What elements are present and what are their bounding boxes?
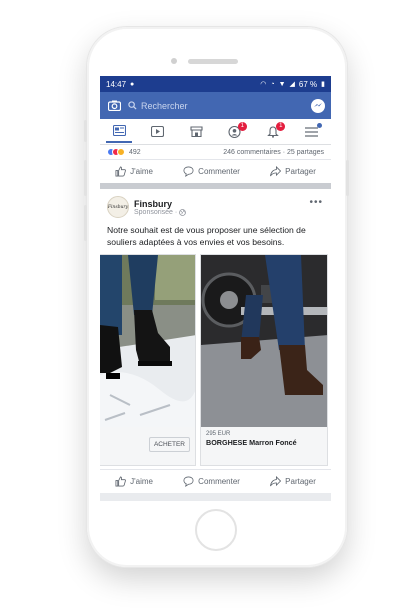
shop-now-button[interactable]: ACHETER	[148, 437, 190, 452]
share-button[interactable]: Partager	[270, 166, 316, 177]
friends-badge: 1	[237, 121, 247, 131]
product-carousel[interactable]: ACHETER 295 EUR BORGHESE Marron Foncé	[100, 254, 331, 466]
carousel-card-footer: ACHETER	[100, 427, 195, 465]
like-label: J'aime	[130, 477, 153, 486]
product-name: BORGHESE Marron Foncé	[206, 438, 297, 447]
messenger-icon[interactable]	[311, 98, 325, 113]
thumbs-up-icon	[115, 166, 126, 177]
phone-volume-up	[84, 160, 87, 196]
comment-icon	[183, 476, 194, 487]
phone-side-button	[84, 120, 87, 142]
share-label: Partager	[285, 477, 316, 486]
reactions-summary: 492 246 commentaires · 25 partages	[100, 145, 331, 159]
status-time: 14:47	[106, 79, 127, 89]
news-feed-icon	[112, 125, 126, 136]
earpiece-speaker	[188, 59, 238, 64]
share-icon	[270, 166, 282, 177]
product-image-boots-snow[interactable]	[100, 255, 195, 427]
haha-reaction-icon	[117, 148, 125, 156]
marketplace-icon	[190, 126, 203, 137]
carousel-card[interactable]: 295 EUR BORGHESE Marron Foncé	[200, 254, 328, 466]
status-bar: 14:47 ● ◠ ◔ ▼ ◢ 67 % ▮	[100, 76, 331, 92]
tab-watch[interactable]	[145, 121, 171, 143]
home-button[interactable]	[195, 509, 237, 551]
battery-icon: ▮	[321, 81, 325, 88]
carousel-card[interactable]: ACHETER	[100, 254, 196, 466]
tab-news-feed[interactable]	[106, 121, 133, 143]
search-input[interactable]: Rechercher	[128, 101, 305, 111]
tab-notifications[interactable]: 1	[260, 121, 286, 143]
avatar-logo-text: Finsbury	[107, 204, 129, 210]
search-icon	[128, 101, 137, 110]
phone-volume-down	[84, 205, 87, 241]
headphones-icon: ◠	[260, 81, 267, 88]
notifications-badge: 1	[276, 121, 286, 131]
reaction-icons[interactable]	[107, 148, 125, 156]
wifi-icon: ▼	[278, 80, 286, 88]
sponsored-post: Finsbury Finsbury Sponsorisée · ••• Notr…	[100, 189, 331, 493]
share-button[interactable]: Partager	[270, 476, 316, 487]
menu-icon	[305, 126, 319, 137]
search-bar: Rechercher	[100, 92, 331, 119]
sponsored-text: Sponsorisée ·	[134, 208, 178, 216]
phone-power-button	[346, 160, 349, 196]
like-button[interactable]: J'aime	[115, 476, 153, 487]
previous-post: 492 246 commentaires · 25 partages J'aim…	[100, 145, 331, 183]
share-label: Partager	[285, 167, 316, 176]
menu-dot-badge	[316, 122, 322, 128]
product-price: 295 EUR	[206, 431, 231, 437]
globe-icon	[179, 208, 187, 216]
page-name[interactable]: Finsbury	[134, 199, 186, 209]
camera-icon[interactable]	[106, 98, 122, 114]
product-image-boots-motorcycle[interactable]	[201, 255, 327, 427]
comment-icon	[183, 166, 194, 177]
comment-button[interactable]: Commenter	[183, 476, 240, 487]
comments-shares-count[interactable]: 246 commentaires · 25 partages	[223, 149, 324, 156]
sponsored-label: Sponsorisée ·	[134, 208, 187, 216]
tab-menu[interactable]	[299, 121, 325, 143]
comment-button[interactable]: Commenter	[183, 166, 240, 177]
post-actions: J'aime Commenter Partager	[100, 159, 331, 183]
thumbs-up-icon	[115, 476, 126, 487]
search-placeholder: Rechercher	[141, 100, 188, 111]
alarm-icon: ◔	[270, 80, 275, 88]
battery-percent: 67 %	[298, 79, 318, 89]
share-icon	[270, 476, 282, 487]
signal-icon: ◢	[289, 81, 295, 88]
comment-label: Commenter	[198, 477, 240, 486]
avatar[interactable]: Finsbury	[107, 196, 129, 218]
carousel-card-footer: 295 EUR BORGHESE Marron Foncé	[201, 427, 327, 465]
post-header: Finsbury Finsbury Sponsorisée · •••	[100, 189, 331, 222]
messenger-notification-icon: ●	[130, 80, 135, 88]
like-button[interactable]: J'aime	[115, 166, 153, 177]
front-camera	[171, 58, 177, 64]
screen: 14:47 ● ◠ ◔ ▼ ◢ 67 % ▮ Rechercher 1 1 49…	[100, 76, 331, 501]
post-text: Notre souhait est de vous proposer une s…	[107, 225, 306, 247]
comment-label: Commenter	[198, 167, 240, 176]
tab-marketplace[interactable]	[183, 121, 209, 143]
post-actions: J'aime Commenter Partager	[100, 469, 331, 493]
like-label: J'aime	[130, 167, 153, 176]
reaction-count[interactable]: 492	[129, 149, 141, 156]
video-icon	[151, 126, 165, 137]
tab-friend-requests[interactable]: 1	[222, 121, 248, 143]
more-options-icon[interactable]: •••	[309, 197, 323, 208]
tab-bar: 1 1	[100, 119, 331, 145]
